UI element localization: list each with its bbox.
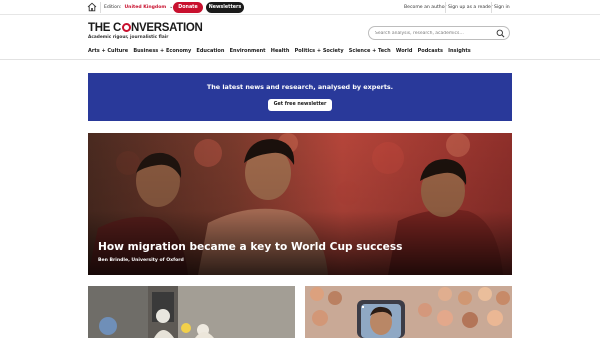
hero-story[interactable]: How migration became a key to World Cup … [88, 133, 512, 275]
newsletter-banner-text: The latest news and research, analysed b… [206, 83, 394, 91]
top-utility-bar: Edition: United Kingdom ⌄ Donate Newslette… [0, 0, 600, 15]
nav-item-health[interactable]: Health [271, 48, 290, 55]
logo-text-end: NVERSATION [131, 22, 203, 34]
edition-selector[interactable]: Edition: United Kingdom ⌄ [104, 4, 173, 11]
donate-button[interactable]: Donate [173, 2, 203, 13]
hero-image [88, 133, 512, 275]
nav-item-business-economy[interactable]: Business + Economy [133, 48, 191, 55]
edition-label: Edition: [104, 5, 122, 10]
hero-byline: Ben Brindle, University of Oxford [98, 258, 184, 263]
nav-item-podcasts[interactable]: Podcasts [418, 48, 443, 55]
story-card[interactable] [305, 286, 512, 338]
newsletters-button[interactable]: Newsletters [206, 2, 244, 13]
nav-item-environment[interactable]: Environment [230, 48, 266, 55]
story-card[interactable] [88, 286, 295, 338]
nav-item-education[interactable]: Education [196, 48, 224, 55]
search-box [368, 26, 510, 40]
hero-headline[interactable]: How migration became a key to World Cup … [98, 241, 402, 253]
become-author-link[interactable]: Become an author [404, 4, 446, 11]
nav-item-arts-culture[interactable]: Arts + Culture [88, 48, 128, 55]
home-icon[interactable] [87, 2, 97, 12]
logo-text-start: THE C [88, 22, 122, 34]
divider [491, 2, 492, 13]
nav-item-politics-society[interactable]: Politics + Society [295, 48, 344, 55]
section-nav: Arts + Culture Business + Economy Educat… [88, 48, 476, 55]
newsletter-banner: The latest news and research, analysed b… [88, 73, 512, 121]
edition-value: United Kingdom [124, 5, 167, 10]
nav-item-science-tech[interactable]: Science + Tech [349, 48, 391, 55]
sign-in-link[interactable]: Sign in [494, 4, 510, 11]
story-card-image [88, 286, 295, 338]
search-input[interactable] [375, 29, 485, 38]
divider [100, 2, 101, 13]
nav-item-world[interactable]: World [396, 48, 413, 55]
divider [445, 2, 446, 13]
logo-o-mark [121, 23, 131, 32]
get-newsletter-button[interactable]: Get free newsletter [268, 99, 332, 111]
story-card-image [305, 286, 512, 338]
sign-up-reader-link[interactable]: Sign up as a reader [448, 4, 493, 11]
site-logo[interactable]: THE C NVERSATION [88, 22, 203, 34]
search-icon[interactable] [496, 29, 505, 38]
tagline: Academic rigour, journalistic flair [88, 35, 169, 40]
nav-item-insights[interactable]: Insights [448, 48, 471, 55]
masthead: THE C NVERSATION Academic rigour, journal… [0, 15, 600, 60]
